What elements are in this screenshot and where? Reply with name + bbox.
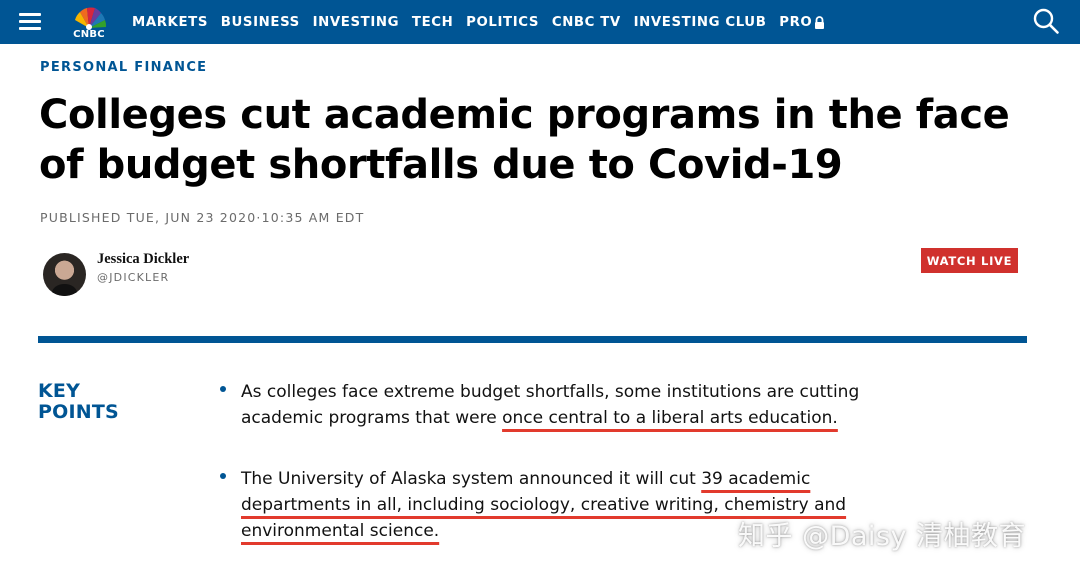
nav-item-business[interactable]: BUSINESS (221, 15, 300, 30)
cnbc-logo[interactable]: CNBC (64, 2, 114, 42)
lock-icon (815, 15, 825, 29)
nav-item-politics[interactable]: POLITICS (466, 15, 539, 30)
nav-item-investing[interactable]: INVESTING (313, 15, 400, 30)
author-avatar[interactable] (43, 253, 86, 296)
nav-item-markets[interactable]: MARKETS (132, 15, 208, 30)
nav-menu: MARKETS BUSINESS INVESTING TECH POLITICS… (132, 0, 838, 44)
nav-item-investing-club[interactable]: INVESTING CLUB (634, 15, 767, 30)
peacock-icon (75, 7, 107, 30)
watermark: 知乎 @Daisy 清柚教育 (738, 521, 1027, 552)
nav-item-pro[interactable]: PRO (779, 15, 825, 30)
logo-text: CNBC (73, 29, 105, 40)
bullet-icon (220, 473, 226, 479)
section-kicker[interactable]: PERSONAL FINANCE (40, 60, 207, 75)
hamburger-icon[interactable] (19, 13, 41, 31)
nav-item-tech[interactable]: TECH (412, 15, 453, 30)
pro-label: PRO (779, 14, 813, 30)
key-point-text: The University of Alaska system announce… (241, 469, 702, 489)
article-headline: Colleges cut academic programs in the fa… (39, 92, 1010, 188)
key-points-heading-line1: KEY (38, 380, 81, 402)
bullet-icon (220, 386, 226, 392)
key-point-highlight: once central to a liberal arts education… (502, 408, 838, 428)
author-handle[interactable]: @JDICKLER (97, 271, 169, 284)
section-divider (38, 336, 1027, 343)
watch-live-button[interactable]: WATCH LIVE (921, 248, 1018, 273)
key-points-heading-line2: POINTS (38, 401, 119, 423)
search-icon[interactable] (1032, 7, 1060, 35)
published-timestamp: PUBLISHED TUE, JUN 23 2020·10:35 AM EDT (40, 210, 365, 225)
key-point-item: As colleges face extreme budget shortfal… (241, 379, 881, 431)
author-name[interactable]: Jessica Dickler (97, 251, 189, 268)
key-points-heading: KEY POINTS (38, 381, 119, 423)
nav-item-cnbc-tv[interactable]: CNBC TV (552, 15, 621, 30)
top-navigation-bar: CNBC MARKETS BUSINESS INVESTING TECH POL… (0, 0, 1080, 44)
